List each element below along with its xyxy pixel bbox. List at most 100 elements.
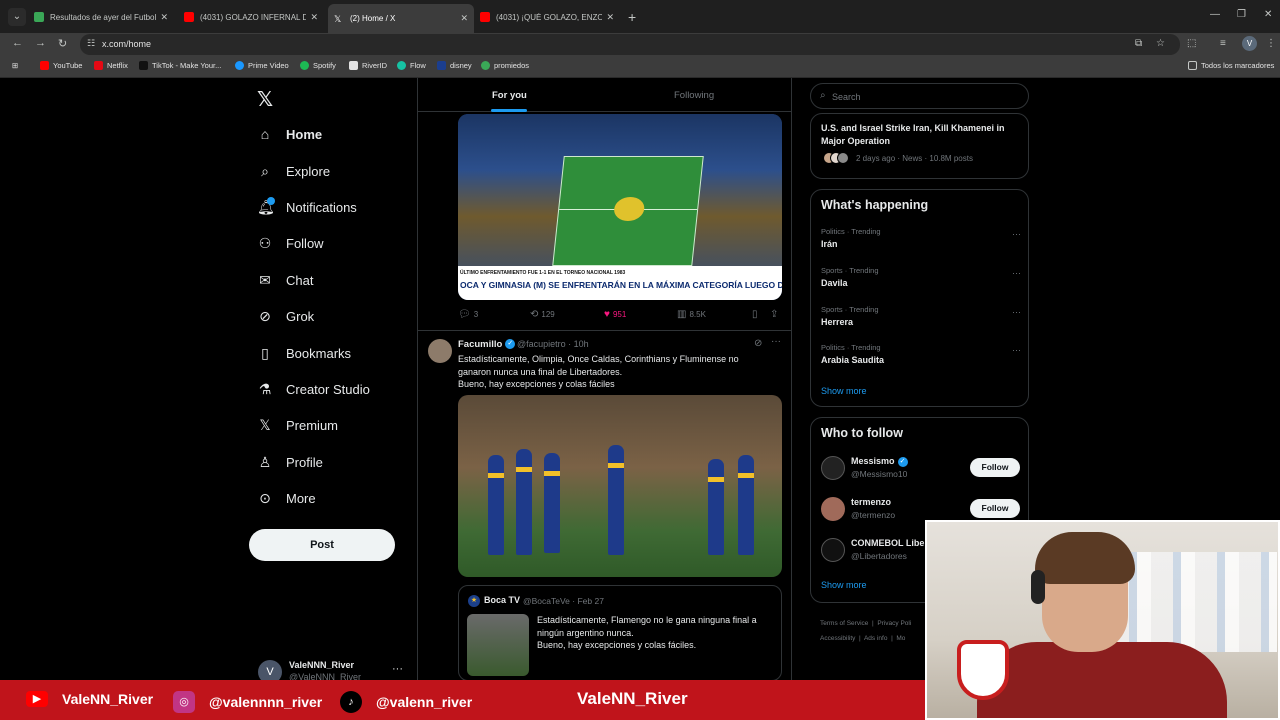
more-icon[interactable]: ··· — [1012, 268, 1021, 278]
nav-profile[interactable]: ♙ Profile — [257, 450, 323, 474]
reload-icon[interactable]: ↻ — [58, 37, 67, 50]
nav-premium[interactable]: 𝕏 Premium — [257, 413, 338, 437]
trend-item[interactable]: Politics · Trending Arabia Saudita ··· — [821, 343, 1021, 373]
tweet-media-stadium[interactable]: ÚLTIMO ENFRENTAMIENTO FUE 1-1 EN EL TORN… — [458, 114, 782, 300]
author-avatar[interactable] — [428, 339, 452, 363]
bookmark-netflix[interactable]: Netflix — [94, 61, 128, 70]
media-icon[interactable]: ≡ — [1220, 38, 1226, 49]
tweet-media-players[interactable] — [458, 395, 782, 577]
show-more-link[interactable]: Show more — [821, 580, 867, 590]
browser-menu-icon[interactable]: ⋮ — [1266, 38, 1276, 49]
suggestion-name: termenzo — [851, 497, 892, 507]
site-info-icon[interactable]: ☷ — [87, 38, 95, 49]
accessibility-link[interactable]: Accessibility — [820, 635, 855, 642]
cast-icon[interactable]: ⧉ — [1135, 38, 1142, 49]
quoted-tweet[interactable]: ★ Boca TV @BocaTeVe · Feb 27 Estadística… — [458, 585, 782, 681]
repost-button[interactable]: ⟲ 129 — [530, 309, 555, 320]
views-button[interactable]: ▥ 8.5K — [677, 309, 706, 320]
tweet-text-line: Estadísticamente, Olimpia, Once Caldas, … — [458, 354, 739, 377]
news-title[interactable]: U.S. and Israel Strike Iran, Kill Khamen… — [821, 122, 1021, 147]
post-button[interactable]: Post — [249, 529, 395, 561]
more-icon[interactable]: ··· — [771, 336, 781, 347]
restore-icon[interactable]: ❐ — [1237, 9, 1246, 20]
suggestion-handle: @Libertadores — [851, 551, 907, 561]
nav-explore[interactable]: ⌕ Explore — [257, 159, 330, 183]
bookmark-disney[interactable]: disney — [437, 61, 472, 70]
bookmark-icon: ▯ — [261, 345, 269, 361]
banner-youtube: ▶ ValeNN_River — [26, 691, 153, 707]
bookmark-star-icon[interactable]: ☆ — [1156, 38, 1165, 49]
nav-more[interactable]: ⊙ More — [257, 486, 316, 510]
nav-bookmarks[interactable]: ▯ Bookmarks — [257, 341, 351, 365]
browser-profile-avatar[interactable]: V — [1242, 36, 1257, 51]
minimize-icon[interactable]: — — [1210, 9, 1220, 20]
author-handle[interactable]: @facupietro — [517, 339, 566, 349]
more-link[interactable]: Mo — [896, 635, 905, 642]
close-icon[interactable]: ✕ — [460, 13, 468, 24]
nav-follow[interactable]: ⚇ Follow — [257, 231, 324, 255]
bookmark-promiedos[interactable]: promiedos — [481, 61, 529, 70]
tab-following[interactable]: Following — [674, 90, 714, 101]
nav-home[interactable]: ⌂ Home — [257, 122, 322, 146]
forward-icon[interactable]: → — [35, 37, 46, 49]
address-bar[interactable]: ☷ x.com/home — [80, 34, 1180, 55]
bookmark-riverid[interactable]: RiverID — [349, 61, 387, 70]
account-more-icon[interactable]: ··· — [392, 663, 403, 675]
grok-icon[interactable]: ⊘ — [754, 338, 762, 349]
privacy-link[interactable]: Privacy Poli — [877, 620, 911, 627]
x-logo-icon[interactable]: 𝕏 — [257, 87, 273, 112]
browser-tab-1[interactable]: Resultados de ayer del Futbol A ✕ — [28, 6, 174, 28]
timeline: For you Following ÚLTIMO ENFRENTAMIENTO … — [417, 78, 792, 681]
bookmark-youtube[interactable]: YouTube — [40, 61, 82, 70]
close-icon[interactable]: ✕ — [606, 12, 614, 23]
tab-search-icon[interactable]: ⌄ — [8, 8, 26, 26]
close-icon[interactable]: ✕ — [310, 12, 318, 23]
trend-item[interactable]: Sports · Trending Herrera ··· — [821, 305, 1021, 335]
browser-tab-2[interactable]: (4031) GOLAZO INFERNAL DE ✕ — [178, 6, 324, 28]
browser-tab-4[interactable]: (4031) ¡QUÉ GOLAZO, ENZO! 🔥 ✕ — [474, 6, 620, 28]
bookmark-prime-video[interactable]: Prime Video — [235, 61, 289, 70]
trend-item[interactable]: Politics · Trending Irán ··· — [821, 227, 1021, 257]
like-button[interactable]: ♥ 951 — [604, 309, 626, 320]
nav-chat[interactable]: ✉ Chat — [257, 268, 313, 292]
follow-button[interactable]: Follow — [970, 458, 1020, 477]
author-name[interactable]: Facumillo ✓ — [458, 339, 516, 350]
account-name[interactable]: ValeNNN_River — [289, 660, 354, 670]
follow-suggestion[interactable]: Messismo ✓ @Messismo10 Follow — [821, 454, 1021, 482]
bookmark-label: Netflix — [107, 61, 128, 70]
tweet-time[interactable]: 10h — [574, 339, 589, 349]
reply-button[interactable]: 💬︎ 3 — [458, 309, 478, 320]
nav-creator-studio[interactable]: ⚗ Creator Studio — [257, 377, 370, 401]
tab-for-you[interactable]: For you — [492, 90, 527, 101]
nav-notifications[interactable]: 🔔︎ Notifications — [257, 195, 357, 219]
terms-link[interactable]: Terms of Service — [820, 620, 868, 627]
bookmarks-bar: ⊞ YouTube Netflix TikTok - Make Your... … — [0, 56, 1280, 78]
bookmark-flow[interactable]: Flow — [397, 61, 426, 70]
follow-button[interactable]: Follow — [970, 499, 1020, 518]
ads-info-link[interactable]: Ads info — [864, 635, 888, 642]
back-icon[interactable]: ← — [12, 37, 23, 49]
show-more-link[interactable]: Show more — [821, 386, 867, 396]
nav-grok[interactable]: ⊘ Grok — [257, 304, 314, 328]
bookmark-button[interactable]: ▯ — [752, 309, 761, 320]
close-icon[interactable]: ✕ — [160, 12, 168, 23]
more-icon[interactable]: ··· — [1012, 307, 1021, 317]
bookmark-tiktok[interactable]: TikTok - Make Your... — [139, 61, 221, 70]
tweet[interactable]: Facumillo ✓ @facupietro · 10h ⊘ ··· Estad… — [418, 330, 791, 681]
player-figure — [544, 453, 560, 553]
more-icon[interactable]: ··· — [1012, 345, 1021, 355]
extensions-icon[interactable]: ⬚ — [1187, 38, 1196, 49]
share-button[interactable]: ⇪ — [770, 309, 781, 320]
search-box[interactable]: ⌕ Search — [810, 83, 1029, 109]
follow-suggestion[interactable]: termenzo @termenzo Follow — [821, 495, 1021, 523]
news-panel[interactable]: U.S. and Israel Strike Iran, Kill Khamen… — [810, 113, 1029, 179]
bookmark-spotify[interactable]: Spotify — [300, 61, 336, 70]
more-icon[interactable]: ··· — [1012, 229, 1021, 239]
browser-tab-3[interactable]: 𝕏 (2) Home / X ✕ — [328, 4, 474, 33]
apps-grid-icon[interactable]: ⊞ — [12, 61, 18, 70]
all-bookmarks[interactable]: Todos los marcadores — [1188, 61, 1274, 70]
new-tab-icon[interactable]: + — [628, 9, 636, 25]
home-icon: ⌂ — [260, 126, 270, 142]
trend-item[interactable]: Sports · Trending Davila ··· — [821, 266, 1021, 296]
window-close-icon[interactable]: ✕ — [1264, 9, 1272, 20]
